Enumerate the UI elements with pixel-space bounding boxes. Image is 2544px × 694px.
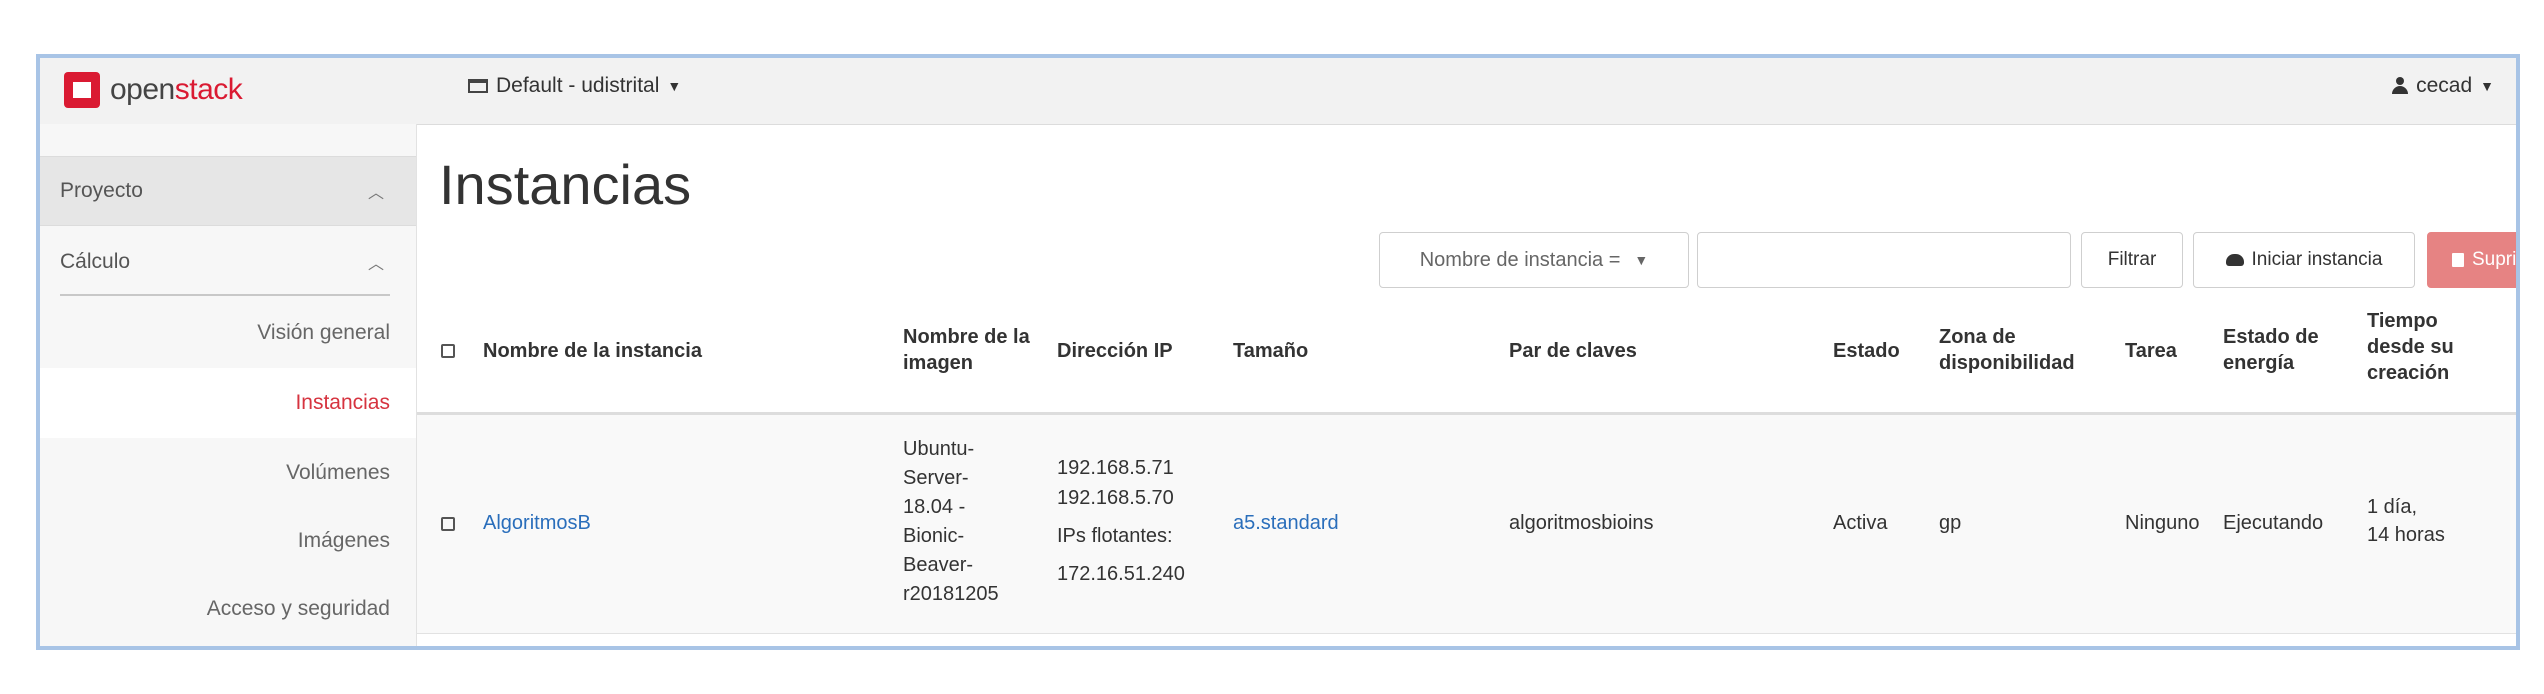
sidebar-item-volumenes[interactable]: Volúmenes xyxy=(40,438,416,508)
col-header-image[interactable]: Nombre de la imagen xyxy=(903,324,1033,376)
col-header-size[interactable]: Tamaño xyxy=(1233,338,1353,364)
select-all-checkbox[interactable] xyxy=(441,344,455,358)
instance-keypair: algoritmosbioins xyxy=(1509,512,1654,534)
filter-field-select[interactable]: Nombre de instancia = ▼ xyxy=(1379,232,1689,288)
instance-name-link[interactable]: AlgoritmosB xyxy=(483,509,591,537)
chevron-up-icon: ︿ xyxy=(367,256,384,273)
chevron-up-icon: ︿ xyxy=(367,185,384,202)
instance-image: Ubuntu- Server- 18.04 - Bionic- Beaver- … xyxy=(903,438,999,605)
instance-age: 1 día, 14 horas xyxy=(2367,496,2445,546)
app-window: openstack Default - udistrital ▼ cecad ▼… xyxy=(36,54,2520,650)
chevron-down-icon: ▼ xyxy=(1634,252,1649,268)
col-header-keypair[interactable]: Par de claves xyxy=(1509,338,1709,364)
project-selector-label: Default - udistrital xyxy=(496,74,660,97)
openstack-logo-icon xyxy=(64,72,100,108)
user-name: cecad xyxy=(2416,74,2473,97)
col-header-ip[interactable]: Dirección IP xyxy=(1057,338,1207,364)
chevron-down-icon: ▼ xyxy=(2480,78,2494,94)
sidebar: Proyecto ︿ Cálculo ︿ Visión general Inst… xyxy=(40,124,417,646)
user-icon xyxy=(2392,77,2409,95)
instance-ip-addresses: 192.168.5.71 192.168.5.70 IPs flotantes:… xyxy=(1057,457,1185,585)
delete-instances-button[interactable]: Suprimir in xyxy=(2427,232,2517,288)
sidebar-section-label: Proyecto xyxy=(60,179,143,202)
sidebar-item-acceso-seguridad[interactable]: Acceso y seguridad xyxy=(40,574,416,644)
instance-status: Activa xyxy=(1833,512,1888,534)
launch-instance-label: Iniciar instancia xyxy=(2251,249,2383,270)
sidebar-item-vision-general[interactable]: Visión general xyxy=(40,298,416,368)
cloud-upload-icon xyxy=(2225,254,2244,266)
col-header-task[interactable]: Tarea xyxy=(2125,338,2205,364)
sidebar-item-instancias[interactable]: Instancias xyxy=(40,368,416,438)
row-checkbox[interactable] xyxy=(441,517,455,531)
logo-text: openstack xyxy=(110,73,243,106)
sidebar-subsection-label: Cálculo xyxy=(60,250,131,273)
instance-power-state: Ejecutando xyxy=(2223,512,2324,534)
delete-instances-label: Suprimir in xyxy=(2472,249,2517,270)
col-header-power[interactable]: Estado de energía xyxy=(2223,324,2343,376)
sidebar-item-imagenes[interactable]: Imágenes xyxy=(40,506,416,576)
col-header-name[interactable]: Nombre de la instancia xyxy=(483,338,843,364)
main-content: Instancias Nombre de instancia = ▼ Filtr… xyxy=(417,124,2516,646)
divider xyxy=(60,294,390,296)
launch-instance-button[interactable]: Iniciar instancia xyxy=(2193,232,2415,288)
openstack-logo[interactable]: openstack xyxy=(64,68,243,112)
project-icon xyxy=(468,79,488,93)
filter-button[interactable]: Filtrar xyxy=(2081,232,2183,288)
table-header: Nombre de la instancia Nombre de la imag… xyxy=(417,290,2516,415)
col-header-zone[interactable]: Zona de disponibilidad xyxy=(1939,324,2099,376)
chevron-down-icon: ▼ xyxy=(667,78,682,94)
instance-zone: gp xyxy=(1939,512,1962,534)
instance-flavor-link[interactable]: a5.standard xyxy=(1233,509,1339,537)
col-header-age[interactable]: Tiempo desde su creación xyxy=(2367,308,2477,386)
filter-field-label: Nombre de instancia = xyxy=(1419,248,1621,271)
trash-icon xyxy=(2452,253,2464,267)
user-menu[interactable]: cecad ▼ xyxy=(2392,74,2494,98)
col-header-status[interactable]: Estado xyxy=(1833,338,1923,364)
instance-task: Ninguno xyxy=(2125,512,2200,534)
filter-input[interactable] xyxy=(1697,232,2071,288)
top-navbar: openstack Default - udistrital ▼ cecad ▼ xyxy=(40,58,2516,125)
sidebar-section-proyecto[interactable]: Proyecto ︿ xyxy=(40,156,416,226)
table-row[interactable]: AlgoritmosB Ubuntu- Server- 18.04 - Bion… xyxy=(417,415,2516,634)
project-selector[interactable]: Default - udistrital ▼ xyxy=(468,74,681,98)
sidebar-section-calculo[interactable]: Cálculo ︿ xyxy=(40,226,416,298)
page-title: Instancias xyxy=(439,153,692,216)
